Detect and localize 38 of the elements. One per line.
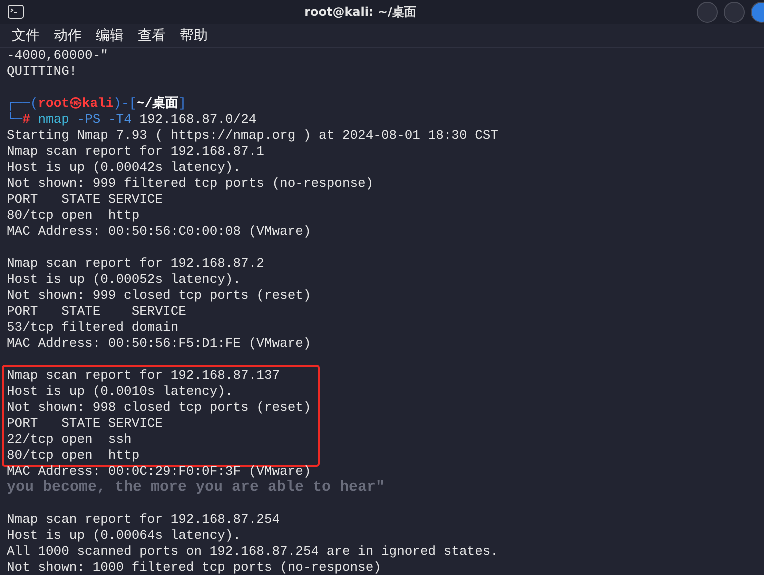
menu-item[interactable]: 文件 [12,26,40,44]
wallpaper-text: you become, the more you are able to hear" [7,480,386,496]
menu-item[interactable]: 帮助 [180,26,208,44]
terminal-line: Not shown: 999 closed tcp ports (reset) [7,288,312,304]
menu-item[interactable]: 查看 [138,26,166,44]
menu-item[interactable]: 编辑 [96,26,124,44]
terminal-line: Host is up (0.0010s latency). [7,384,234,400]
terminal-line: Not shown: 999 filtered tcp ports (no-response) [7,176,375,192]
terminal-line: Nmap scan report for 192.168.87.2 [7,256,266,272]
terminal-line: QUITTING! [7,64,78,80]
terminal-line: All 1000 scanned ports on 192.168.87.254 are in ignored states. [7,544,498,560]
terminal-line: MAC Address: 00:50:56:F5:D1:FE (VMware) [7,336,312,352]
terminal-line: 53/tcp filtered domain [7,320,180,336]
terminal-line: 22/tcp open ssh [7,432,133,448]
terminal-line: PORT STATE SERVICE [7,304,188,320]
terminal-line: 80/tcp open http [7,448,141,464]
terminal-line: Nmap scan report for 192.168.87.1 [7,144,266,160]
terminal-icon [8,5,24,19]
window-title: root@kali: ~/桌面 [304,4,416,20]
terminal-line: Host is up (0.00064s latency). [7,528,242,544]
menu-item[interactable]: 动作 [54,26,82,44]
terminal-line: 80/tcp open http [7,208,141,224]
terminal-line: Starting Nmap 7.93 ( https://nmap.org ) at 2024-08-01 18:30 CST [7,128,498,144]
terminal-line: PORT STATE SERVICE [7,416,164,432]
window-control[interactable] [724,2,745,22]
terminal-line: PORT STATE SERVICE [7,192,164,208]
terminal-line: Not shown: 998 closed tcp ports (reset) [7,400,312,416]
terminal-line: MAC Address: 00:0C:29:F0:0F:3F (VMware) [7,464,312,480]
command-line: └─# nmap -PS -T4 192.168.87.0/24 [7,112,258,128]
terminal-line: Host is up (0.00052s latency). [7,272,242,288]
terminal-line: Not shown: 1000 filtered tcp ports (no-response) [7,560,382,575]
terminal-line: MAC Address: 00:50:56:C0:00:08 (VMware) [7,224,312,240]
prompt-line: ┌──(root㉿kali)-[~/桌面] [7,96,188,112]
terminal-line: Host is up (0.00042s latency). [7,160,242,176]
window-control[interactable] [697,2,718,22]
terminal-line: -4000,60000-" [7,48,110,64]
terminal-line: Nmap scan report for 192.168.87.137 [7,368,282,384]
terminal-line: Nmap scan report for 192.168.87.254 [7,512,282,528]
